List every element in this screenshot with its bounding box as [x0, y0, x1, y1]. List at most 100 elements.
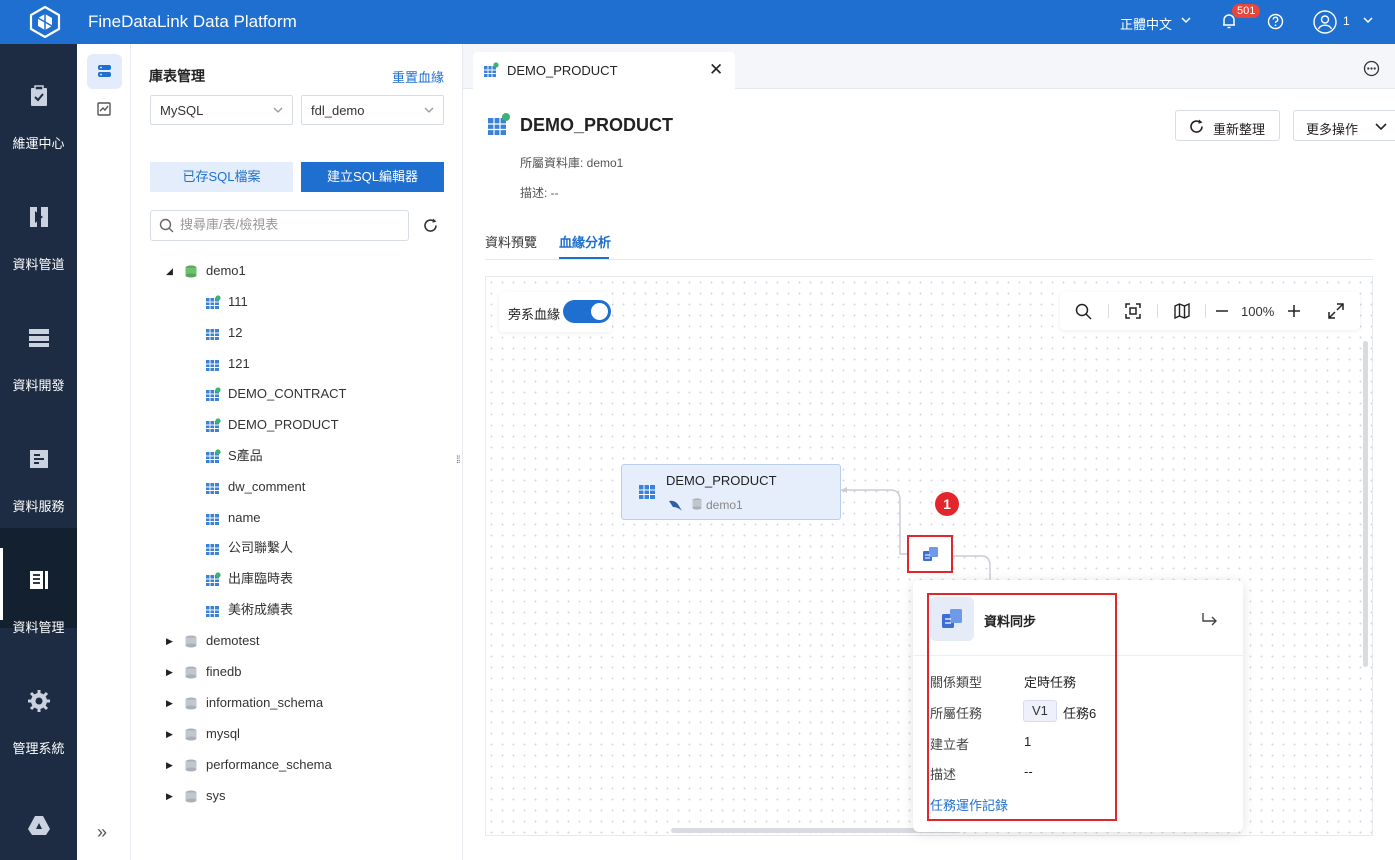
open-task-arrow-icon[interactable] [1201, 611, 1219, 627]
database-icon [185, 666, 197, 679]
vertical-scrollbar[interactable] [1363, 341, 1368, 667]
tree-db-demo1[interactable]: ◢ demo1 [166, 261, 446, 281]
table-icon [206, 513, 219, 525]
refresh-button[interactable]: 重新整理 [1175, 110, 1280, 141]
expand-sidebar-icon[interactable]: » [97, 822, 107, 843]
table-icon [206, 606, 219, 617]
tree-table-label: dw_comment [228, 478, 306, 494]
table-tree-panel: 庫表管理 重置血緣 MySQL fdl_demo 已存SQL檔案 建立SQL編輯… [131, 44, 463, 860]
tree-search [150, 210, 409, 241]
database-info: 所屬資料庫: demo1 [520, 156, 624, 170]
data-management-icon [30, 571, 48, 589]
main-navigation: 維運中心 資料管道 資料開發 資料服務 資料管理 管理系統 [0, 44, 77, 860]
expand-arrow-icon[interactable]: ▶ [166, 724, 173, 744]
db-name-select[interactable]: fdl_demo [301, 95, 444, 125]
more-actions-button[interactable]: 更多操作 [1293, 110, 1395, 141]
table-icon [206, 328, 219, 340]
database-icon [185, 265, 197, 278]
database-icon [98, 65, 111, 77]
nav-label: 維運中心 [12, 136, 65, 151]
annotation-badge-1: 1 [935, 492, 959, 516]
close-icon[interactable]: ✕ [709, 60, 723, 80]
tree-db-demotest[interactable]: ▶ demotest [166, 631, 446, 651]
tab-divider [485, 259, 1373, 260]
table-lineage-icon [206, 418, 221, 433]
database-icon [185, 635, 197, 648]
help-icon[interactable] [1267, 13, 1284, 30]
nav-label: 資料管道 [12, 257, 65, 272]
expand-arrow-icon[interactable]: ▶ [166, 755, 173, 775]
drive-icon[interactable] [27, 814, 51, 836]
tree-table-label: DEMO_PRODUCT [228, 417, 339, 433]
lineage-node-demo-product[interactable]: DEMO_PRODUCT demo1 [621, 464, 841, 520]
refresh-button-label: 重新整理 [1213, 122, 1266, 137]
database-icon [185, 759, 197, 772]
node-db-name: demo1 [706, 498, 743, 512]
user-avatar-icon[interactable] [1313, 10, 1337, 34]
tree-db-label: mysql [206, 726, 240, 741]
tree-table-label: 111 [228, 294, 248, 309]
tree-db-performance-schema[interactable]: ▶ performance_schema [166, 755, 446, 775]
db-type-select[interactable]: MySQL [150, 95, 293, 125]
database-icon [185, 728, 197, 741]
description-info: 描述: -- [520, 186, 559, 200]
tree-table-label: name [228, 509, 261, 525]
saved-sql-button[interactable]: 已存SQL檔案 [150, 162, 293, 192]
pipeline-icon [30, 207, 48, 227]
nav-item-data-service[interactable]: 資料服務 [0, 407, 77, 514]
tree-table-label: 美術成績表 [228, 602, 294, 617]
nav-item-data-management[interactable]: 資料管理 [0, 528, 77, 635]
more-actions-label: 更多操作 [1306, 122, 1359, 137]
tree-db-label: demotest [206, 633, 260, 648]
tab-data-preview[interactable]: 資料預覽 [485, 232, 537, 251]
notification-badge: 501 [1232, 4, 1261, 18]
nav-label: 資料開發 [12, 378, 65, 393]
expand-arrow-icon[interactable]: ▶ [166, 662, 173, 682]
expand-arrow-icon[interactable]: ▶ [166, 631, 173, 651]
nav-label: 資料服務 [12, 499, 65, 514]
table-lineage-icon [488, 113, 510, 135]
tree-db-label: information_schema [206, 695, 324, 710]
expand-arrow-icon[interactable]: ▶ [166, 786, 173, 806]
table-management-tab[interactable] [87, 54, 122, 89]
app-logo-icon [29, 6, 61, 38]
table-icon [206, 359, 219, 371]
monitor-chart-icon[interactable] [97, 102, 111, 116]
create-sql-editor-button[interactable]: 建立SQL編輯器 [301, 162, 444, 192]
panel-resize-handle[interactable]: ⁞⁞ [456, 455, 460, 466]
nav-item-ops-center[interactable]: 維運中心 [0, 44, 77, 151]
chevron-down-icon[interactable] [1362, 14, 1374, 26]
refresh-icon [1190, 119, 1203, 133]
table-icon [206, 544, 219, 556]
expand-arrow-icon[interactable]: ▶ [166, 693, 173, 713]
tree-db-mysql[interactable]: ▶ mysql [166, 724, 446, 744]
more-options-icon[interactable] [1363, 60, 1380, 77]
tab-label: DEMO_PRODUCT [507, 63, 618, 78]
panel-title: 庫表管理 [149, 68, 205, 84]
tree-db-information-schema[interactable]: ▶ information_schema [166, 693, 446, 713]
refresh-icon[interactable] [422, 217, 439, 234]
language-selector[interactable]: 正體中文 [1120, 14, 1172, 33]
chevron-down-icon[interactable] [1180, 14, 1192, 26]
db-name-value: fdl_demo [311, 103, 365, 118]
annotation-highlight-box [927, 593, 1117, 821]
api-icon [30, 450, 48, 468]
nav-item-admin-system[interactable]: 管理系統 [0, 649, 77, 756]
server-icon [29, 329, 49, 347]
reset-lineage-link[interactable]: 重置血緣 [392, 67, 444, 86]
data-sync-node[interactable] [907, 535, 953, 573]
tree-db-sys[interactable]: ▶ sys [166, 786, 446, 806]
tree-db-finedb[interactable]: ▶ finedb [166, 662, 446, 682]
tab-lineage-analysis[interactable]: 血緣分析 [559, 232, 611, 251]
tree-db-label: demo1 [206, 263, 246, 278]
search-icon [159, 218, 174, 233]
database-icon [692, 498, 702, 510]
nav-item-data-dev[interactable]: 資料開發 [0, 286, 77, 393]
tree-table-label: 12 [228, 324, 243, 340]
tab-demo-product[interactable]: DEMO_PRODUCT ✕ [473, 52, 735, 89]
table-lineage-icon [206, 449, 221, 463]
search-input[interactable] [180, 217, 400, 232]
user-name[interactable]: 1 [1343, 14, 1350, 28]
nav-item-data-pipeline[interactable]: 資料管道 [0, 165, 77, 272]
collapse-arrow-icon[interactable]: ◢ [166, 261, 173, 281]
